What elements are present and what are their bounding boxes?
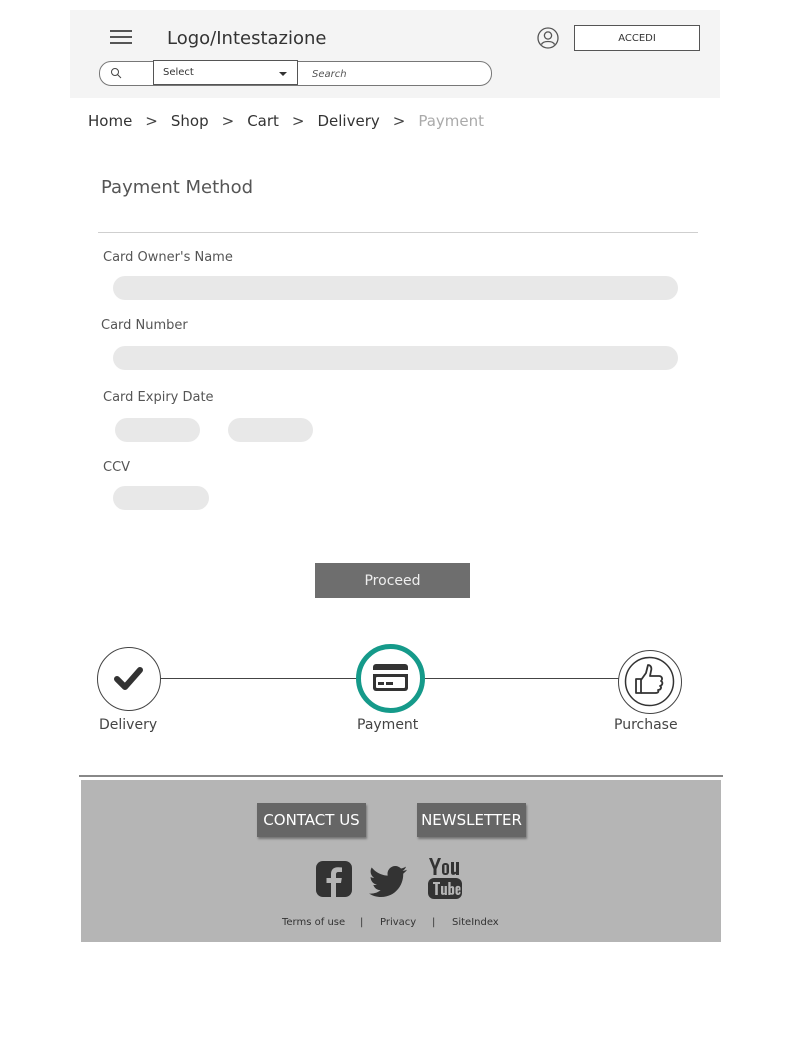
step-connector bbox=[160, 678, 357, 679]
footer-link-separator: | bbox=[432, 917, 436, 928]
step-payment bbox=[356, 644, 425, 713]
breadcrumb-separator: > bbox=[145, 112, 158, 130]
expiry-year-field[interactable] bbox=[228, 418, 313, 442]
hamburger-menu-icon[interactable] bbox=[110, 30, 132, 46]
contact-us-button[interactable]: CONTACT US bbox=[257, 803, 366, 837]
divider bbox=[98, 232, 698, 233]
breadcrumb-delivery[interactable]: Delivery bbox=[317, 112, 379, 130]
search-bar: Select bbox=[99, 60, 492, 86]
page-title: Payment Method bbox=[101, 177, 254, 198]
step-delivery bbox=[97, 647, 161, 711]
expiry-month-field[interactable] bbox=[115, 418, 200, 442]
card-expiry-label: Card Expiry Date bbox=[103, 390, 214, 405]
user-icon[interactable] bbox=[537, 27, 559, 49]
youtube-icon[interactable] bbox=[427, 858, 463, 900]
step-connector bbox=[425, 678, 620, 679]
site-logo[interactable]: Logo/Intestazione bbox=[167, 28, 327, 49]
step-label-purchase: Purchase bbox=[614, 717, 678, 733]
card-owner-label: Card Owner's Name bbox=[103, 250, 233, 265]
step-label-delivery: Delivery bbox=[99, 717, 158, 733]
breadcrumb-separator: > bbox=[392, 112, 406, 130]
site-index-link[interactable]: SiteIndex bbox=[452, 917, 499, 928]
breadcrumb-shop[interactable]: Shop bbox=[171, 112, 209, 130]
twitter-icon[interactable] bbox=[369, 866, 407, 898]
breadcrumb-home[interactable]: Home bbox=[88, 112, 132, 130]
footer-divider bbox=[79, 775, 723, 777]
login-button[interactable]: ACCEDI bbox=[574, 25, 700, 51]
terms-of-use-link[interactable]: Terms of use bbox=[282, 917, 345, 928]
breadcrumb: Home > Shop > Cart > Delivery > Payment bbox=[88, 112, 484, 130]
category-select[interactable]: Select bbox=[153, 60, 298, 85]
footer-link-separator: | bbox=[360, 917, 364, 928]
search-icon[interactable] bbox=[110, 67, 122, 79]
checkmark-icon bbox=[114, 667, 143, 690]
site-footer: CONTACT US NEWSLETTER Terms of use | Pri… bbox=[81, 780, 721, 942]
breadcrumb-current: Payment bbox=[418, 112, 484, 130]
ccv-field[interactable] bbox=[113, 486, 209, 510]
breadcrumb-cart[interactable]: Cart bbox=[247, 112, 279, 130]
card-owner-field[interactable] bbox=[113, 276, 678, 300]
facebook-icon[interactable] bbox=[316, 861, 352, 897]
ccv-label: CCV bbox=[103, 460, 131, 475]
step-purchase bbox=[618, 650, 682, 714]
privacy-link[interactable]: Privacy bbox=[380, 917, 416, 928]
chevron-down-icon bbox=[279, 72, 287, 76]
card-number-label: Card Number bbox=[101, 318, 188, 333]
site-header: Logo/Intestazione ACCEDI Select bbox=[70, 10, 720, 98]
proceed-button[interactable]: Proceed bbox=[315, 563, 470, 598]
search-input[interactable] bbox=[310, 64, 474, 84]
category-select-value: Select bbox=[163, 67, 194, 78]
breadcrumb-separator: > bbox=[291, 112, 305, 130]
step-label-payment: Payment bbox=[357, 717, 419, 733]
thumbs-up-icon bbox=[624, 656, 675, 707]
credit-card-icon bbox=[373, 664, 408, 691]
breadcrumb-separator: > bbox=[221, 112, 235, 130]
newsletter-button[interactable]: NEWSLETTER bbox=[417, 803, 526, 837]
card-number-field[interactable] bbox=[113, 346, 678, 370]
